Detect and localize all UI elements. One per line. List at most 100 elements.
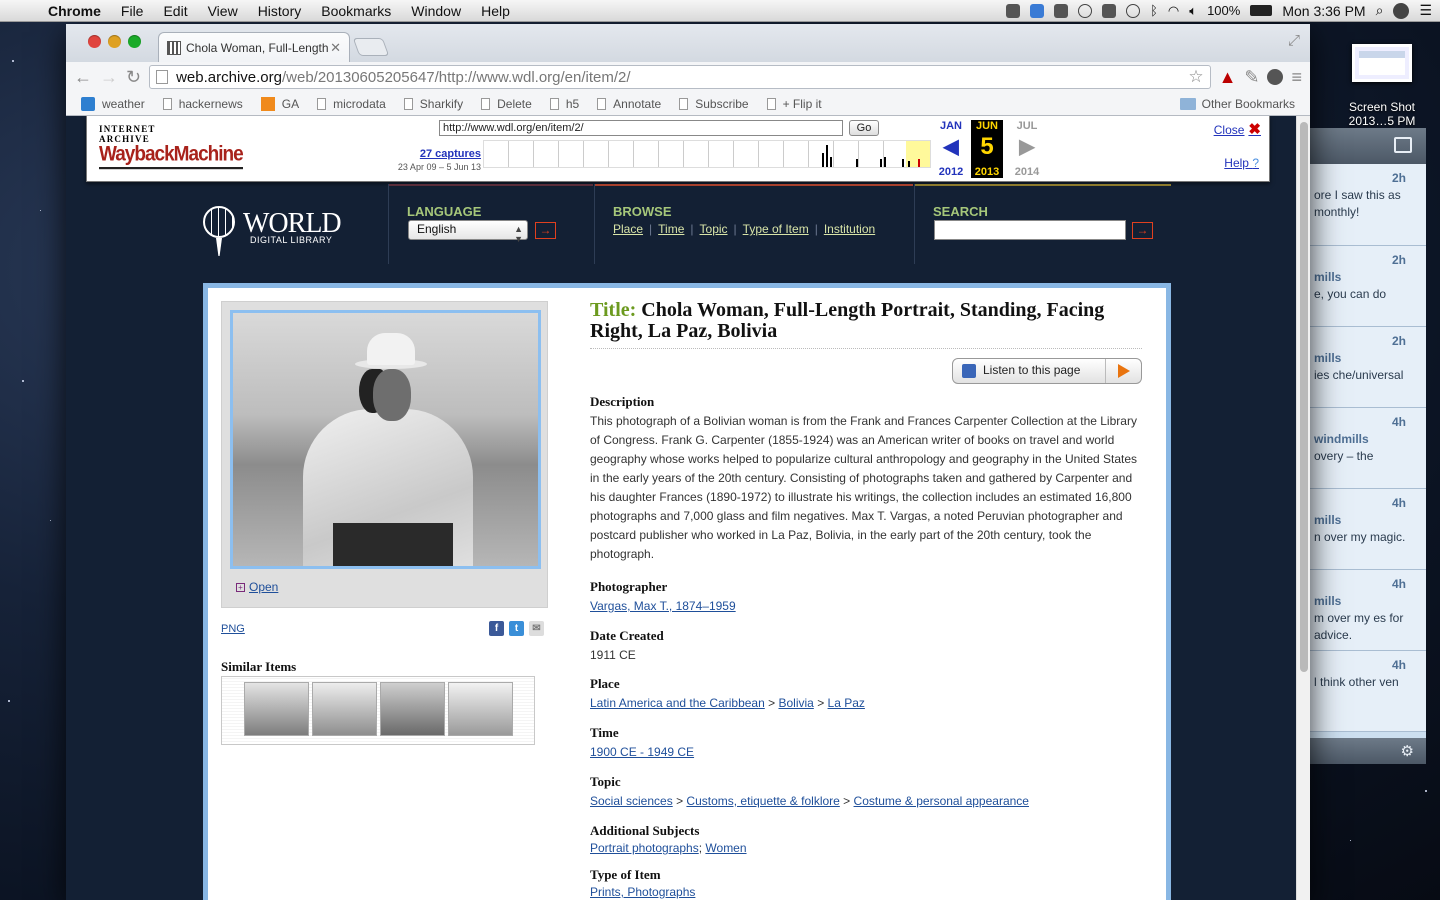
minimize-window-button[interactable]	[108, 35, 121, 48]
clock[interactable]: Mon 3:36 PM	[1282, 3, 1365, 19]
prev-capture[interactable]: JAN ◀ 2012	[935, 120, 967, 178]
twitter-icon[interactable]: t	[509, 621, 524, 636]
close-tab-icon[interactable]: ✕	[330, 40, 341, 56]
time-machine-icon[interactable]	[1126, 3, 1141, 18]
place-link-country[interactable]: Bolivia	[778, 696, 813, 710]
bookmark-ga[interactable]: GA	[254, 96, 306, 111]
photographer-link[interactable]: Vargas, Max T., 1874–1959	[590, 599, 736, 613]
type-link[interactable]: Prints, Photographs	[590, 885, 695, 899]
extension-jam-icon[interactable]	[1267, 69, 1284, 85]
play-icon[interactable]	[1105, 359, 1141, 383]
topic-link[interactable]: Costume & personal appearance	[854, 794, 1029, 808]
wayback-help-link[interactable]: Help ?	[1224, 156, 1259, 170]
bookmark-hackernews[interactable]: hackernews	[156, 97, 250, 111]
similar-item-thumbnail[interactable]	[380, 682, 445, 736]
browse-place-link[interactable]: Place	[613, 222, 643, 236]
browse-topic-link[interactable]: Topic	[700, 222, 728, 236]
notification-center-icon[interactable]: ☰	[1419, 2, 1432, 19]
wdl-logo[interactable]: WORLD DIGITAL LIBRARY	[203, 206, 363, 264]
similar-item-thumbnail[interactable]	[312, 682, 377, 736]
settings-gear-icon[interactable]: ⚙	[1401, 742, 1414, 760]
fullscreen-icon[interactable]: ⤢	[1288, 32, 1300, 49]
bookmark-subscribe[interactable]: Subscribe	[672, 97, 755, 111]
battery-icon[interactable]	[1250, 5, 1273, 16]
close-window-button[interactable]	[88, 35, 101, 48]
volume-icon[interactable]: 🔈︎	[1189, 3, 1197, 19]
wayback-close-link[interactable]: Close ✖	[1214, 120, 1261, 138]
dropbox-icon[interactable]	[1030, 3, 1045, 18]
address-bar[interactable]: web.archive.org/web/20130605205647/http:…	[149, 65, 1211, 89]
browse-type-link[interactable]: Type of Item	[743, 222, 809, 236]
menu-history[interactable]: History	[248, 3, 312, 19]
browse-institution-link[interactable]: Institution	[824, 222, 875, 236]
forward-icon[interactable]: →	[100, 67, 118, 88]
place-link-city[interactable]: La Paz	[828, 696, 865, 710]
subject-link[interactable]: Women	[705, 841, 746, 855]
facebook-icon[interactable]: f	[489, 621, 504, 636]
similar-item-thumbnail[interactable]	[448, 682, 513, 736]
bookmark-weather[interactable]: weather	[74, 96, 152, 111]
browse-time-link[interactable]: Time	[658, 222, 684, 236]
language-select[interactable]: English ▲ ▼	[408, 220, 528, 244]
next-capture[interactable]: JUL ▶ 2014	[1011, 120, 1043, 178]
bookmark-delete[interactable]: Delete	[474, 97, 539, 111]
chrome-menu-icon[interactable]: ≡	[1291, 67, 1302, 88]
search-input[interactable]	[934, 220, 1126, 240]
close-x-icon[interactable]: ✖	[1248, 121, 1261, 138]
back-icon[interactable]: ←	[74, 67, 92, 88]
topic-link[interactable]: Customs, etiquette & folklore	[686, 794, 839, 808]
place-link-region[interactable]: Latin America and the Caribbean	[590, 696, 765, 710]
tweet[interactable]: 4h windmills overy – the	[1310, 408, 1426, 489]
bookmark-sharkify[interactable]: Sharkify	[397, 97, 470, 111]
bookmark-flip-it[interactable]: + Flip it	[760, 97, 829, 111]
extension-icon[interactable]: ▲	[1219, 67, 1237, 88]
tweet[interactable]: 4h mills m over my es for advice.	[1310, 570, 1426, 651]
compose-icon[interactable]	[1394, 137, 1412, 153]
spotlight-icon[interactable]: ⌕	[1376, 2, 1384, 19]
tweet[interactable]: 2h mills e, you can do	[1310, 246, 1426, 327]
evernote-icon[interactable]	[1054, 3, 1069, 18]
app-tray-icon[interactable]	[1006, 3, 1021, 18]
pin-icon[interactable]: ✎	[1244, 67, 1259, 88]
topic-link[interactable]: Social sciences	[590, 794, 673, 808]
capture-sparkline[interactable]	[483, 140, 931, 168]
menu-bookmarks[interactable]: Bookmarks	[311, 3, 401, 19]
png-download-link[interactable]: PNG	[221, 623, 245, 635]
menu-edit[interactable]: Edit	[153, 3, 197, 19]
tweet[interactable]: 4h l think other ven	[1310, 651, 1426, 732]
chat-icon[interactable]	[1078, 3, 1093, 18]
screenshot-file-icon[interactable]	[1352, 44, 1412, 82]
search-go-button[interactable]: →	[1132, 222, 1153, 239]
bluetooth-icon[interactable]: ᛒ	[1150, 3, 1158, 18]
prev-arrow-icon[interactable]: ◀	[935, 134, 967, 159]
item-photo[interactable]	[230, 310, 541, 569]
wayback-logo[interactable]: INTERNET ARCHIVE WaybackMachine	[99, 124, 244, 170]
bookmark-microdata[interactable]: microdata	[310, 97, 393, 111]
wayback-url-input[interactable]: http://www.wdl.org/en/item/2/	[439, 120, 843, 136]
screenshot-file-label[interactable]: Screen Shot 2013…5 PM	[1330, 100, 1434, 128]
menu-window[interactable]: Window	[401, 3, 471, 19]
subject-link[interactable]: Portrait photographs	[590, 841, 699, 855]
new-tab-button[interactable]	[352, 38, 390, 56]
tweet[interactable]: 4h mills n over my magic.	[1310, 489, 1426, 570]
open-image-link[interactable]: + Open	[236, 580, 278, 594]
menu-file[interactable]: File	[111, 3, 154, 19]
menu-help[interactable]: Help	[471, 3, 520, 19]
other-bookmarks[interactable]: Other Bookmarks	[1173, 97, 1302, 111]
email-icon[interactable]: ✉	[529, 621, 544, 636]
wayback-go-button[interactable]: Go	[849, 120, 879, 136]
menu-chrome[interactable]: Chrome	[38, 3, 111, 19]
page-scrollbar[interactable]	[1296, 116, 1310, 900]
listen-button[interactable]: Listen to this page	[952, 358, 1142, 384]
reload-icon[interactable]: ↻	[126, 67, 141, 88]
bookmark-annotate[interactable]: Annotate	[590, 97, 668, 111]
tweet[interactable]: 2h mills ies che/universal	[1310, 327, 1426, 408]
wifi-icon[interactable]: ◠	[1168, 3, 1179, 19]
bookmark-star-icon[interactable]: ☆	[1188, 67, 1203, 87]
lock-icon[interactable]	[1102, 3, 1117, 18]
bookmark-h5[interactable]: h5	[543, 97, 586, 111]
menu-view[interactable]: View	[198, 3, 248, 19]
similar-item-thumbnail[interactable]	[244, 682, 309, 736]
zoom-window-button[interactable]	[128, 35, 141, 48]
tweet[interactable]: 2h ore I saw this as monthly!	[1310, 164, 1426, 246]
